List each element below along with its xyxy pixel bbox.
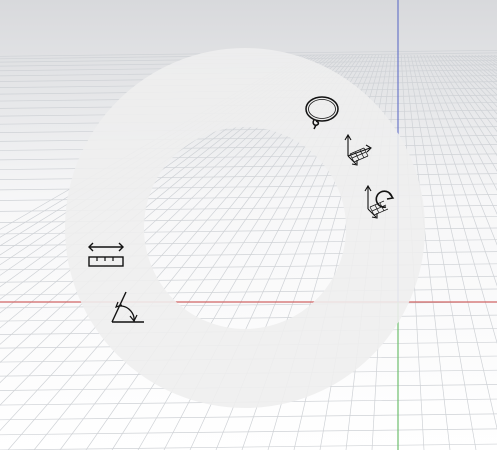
angle-measure-button[interactable]	[108, 288, 148, 324]
rotate-gizmo-button[interactable]	[362, 183, 398, 219]
3d-viewport[interactable]	[0, 0, 497, 450]
ruler-measure-button[interactable]	[86, 239, 126, 271]
move-gizmo-button[interactable]	[340, 132, 376, 168]
viewport-scene[interactable]	[0, 0, 497, 450]
radial-tool-menu[interactable]	[0, 0, 497, 450]
lasso-select-button[interactable]	[302, 92, 342, 132]
radial-menu-ring	[0, 0, 497, 450]
